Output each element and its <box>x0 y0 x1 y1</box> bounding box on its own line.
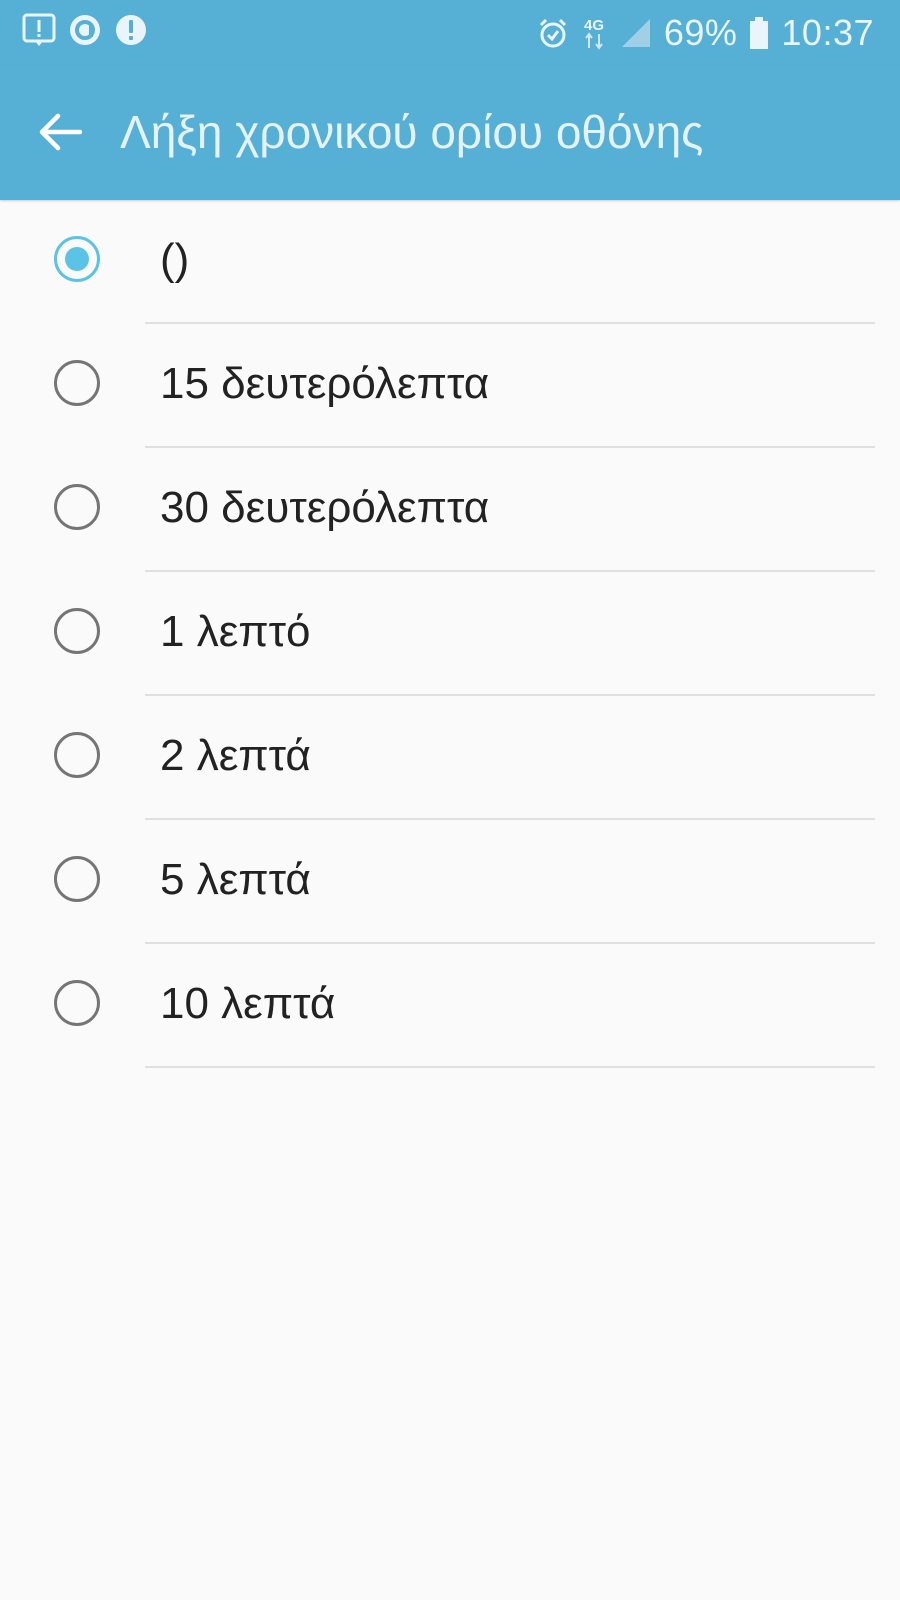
radio-button[interactable] <box>54 484 100 530</box>
timeout-option[interactable]: 30 δευτερόλεπτα <box>0 448 900 572</box>
radio-button[interactable] <box>54 236 100 282</box>
clock: 10:37 <box>781 12 874 53</box>
timeout-option[interactable]: 15 δευτερόλεπτα <box>0 324 900 448</box>
radio-button[interactable] <box>54 732 100 778</box>
app-bar: Λήξη χρονικού ορίου οθόνης <box>0 66 900 200</box>
exclamation-icon <box>116 15 146 45</box>
option-label: 30 δευτερόλεπτα <box>160 483 490 532</box>
svg-text:4G: 4G <box>584 17 604 34</box>
timeout-options-list: () 15 δευτερόλεπτα 30 δευτερόλεπτα 1 λεπ… <box>0 200 900 1068</box>
option-label: 15 δευτερόλεπτα <box>160 359 490 408</box>
network-4g-icon: 4G <box>584 17 604 50</box>
page-title: Λήξη χρονικού ορίου οθόνης <box>120 106 704 158</box>
divider <box>145 1066 875 1068</box>
option-label: () <box>160 235 190 284</box>
radio-button[interactable] <box>54 980 100 1026</box>
radio-button[interactable] <box>54 360 100 406</box>
battery-percent: 69% <box>663 12 738 53</box>
battery-icon <box>750 17 769 49</box>
timeout-option[interactable]: () <box>0 200 900 324</box>
radio-button[interactable] <box>54 856 100 902</box>
alarm-icon <box>539 18 566 48</box>
option-label: 2 λεπτά <box>160 731 311 780</box>
arrow-back-icon <box>39 113 82 151</box>
timeout-option[interactable]: 1 λεπτό <box>0 572 900 696</box>
timeout-option[interactable]: 10 λεπτά <box>0 944 900 1068</box>
timeout-option[interactable]: 2 λεπτά <box>0 696 900 820</box>
status-bar: 4G 69% 10:37 <box>0 0 900 66</box>
back-button[interactable] <box>32 106 88 158</box>
timeout-option[interactable]: 5 λεπτά <box>0 820 900 944</box>
signal-icon <box>621 19 650 47</box>
option-label: 5 λεπτά <box>160 855 311 904</box>
status-bar-left <box>22 13 148 47</box>
option-label: 10 λεπτά <box>160 979 336 1028</box>
status-bar-right: 4G 69% 10:37 <box>538 10 874 56</box>
radio-button[interactable] <box>54 608 100 654</box>
option-label: 1 λεπτό <box>160 607 311 656</box>
notification-alert-icon <box>22 13 56 46</box>
app-notification-icon <box>70 15 100 45</box>
